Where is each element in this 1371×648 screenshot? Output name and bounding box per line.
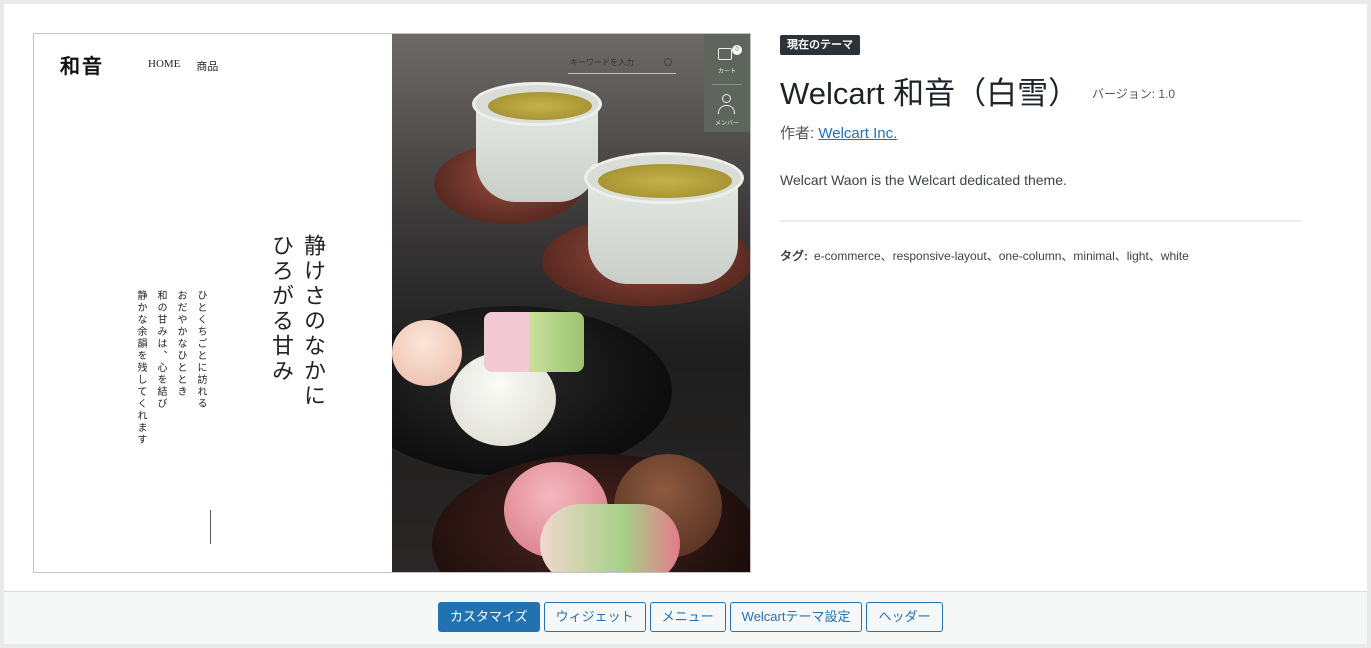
hero-headline: 静けさのなかに ひろがる甘み xyxy=(268,234,325,409)
theme-description: Welcart Waon is the Welcart dedicated th… xyxy=(780,172,1067,188)
hero-body-copy: ひとくちごとに訪れる おだやかなひととき 和の甘みは、心を結び 静かな余韻を残し… xyxy=(135,290,206,446)
cart-member-strip: 0 カート メンバー xyxy=(704,34,750,132)
member-icon-body xyxy=(718,105,735,114)
welcart-theme-settings-button[interactable]: Welcartテーマ設定 xyxy=(729,602,863,632)
member-icon xyxy=(722,94,731,103)
author-link[interactable]: Welcart Inc. xyxy=(818,125,897,142)
nav-item-products: 商品 xyxy=(196,61,219,73)
tea-back xyxy=(488,92,592,120)
menus-button[interactable]: メニュー xyxy=(649,602,726,632)
theme-details-frame: 和音 HOME 商品 静けさのなかに ひろがる甘み ひとくちごとに訪れる おだや… xyxy=(0,0,1371,648)
search-icon xyxy=(664,58,672,66)
theme-name: Welcart 和音（白雪） xyxy=(780,76,1080,111)
site-search-input: キーワードを入力 xyxy=(568,54,676,74)
theme-actions-bar: カスタマイズ ウィジェット メニュー Welcartテーマ設定 ヘッダー xyxy=(4,591,1367,644)
member-label: メンバー xyxy=(714,121,739,127)
wagashi-roll xyxy=(540,504,680,572)
wagashi-layered xyxy=(484,312,584,372)
theme-details-panel: 和音 HOME 商品 静けさのなかに ひろがる甘み ひとくちごとに訪れる おだや… xyxy=(4,4,1367,644)
cart-icon xyxy=(718,48,732,60)
theme-actions: カスタマイズ ウィジェット メニュー Welcartテーマ設定 ヘッダー xyxy=(438,602,943,632)
site-logo: 和音 xyxy=(60,54,104,78)
theme-version: バージョン: 1.0 xyxy=(1092,87,1176,101)
screenshot-left-pane: 和音 HOME 商品 静けさのなかに ひろがる甘み ひとくちごとに訪れる おだや… xyxy=(34,34,392,572)
widgets-button[interactable]: ウィジェット xyxy=(543,602,646,632)
current-theme-badge: 現在のテーマ xyxy=(780,35,860,55)
scroll-indicator xyxy=(210,510,211,544)
section-divider xyxy=(780,220,1301,222)
author-label: 作者: xyxy=(780,125,819,142)
customize-button[interactable]: カスタマイズ xyxy=(438,602,540,632)
cart-label: カート xyxy=(717,69,736,75)
theme-screenshot: 和音 HOME 商品 静けさのなかに ひろがる甘み ひとくちごとに訪れる おだや… xyxy=(33,33,751,573)
wagashi-pink xyxy=(392,320,462,386)
strip-divider xyxy=(712,84,742,85)
nav-item-home: HOME xyxy=(148,58,181,70)
theme-author: 作者: Welcart Inc. xyxy=(780,122,897,143)
tea-front xyxy=(598,164,732,198)
header-button[interactable]: ヘッダー xyxy=(866,602,943,632)
cart-count-badge: 0 xyxy=(732,45,742,55)
tags-list: e-commerce、responsive-layout、one-column、… xyxy=(814,249,1189,263)
tags-label: タグ: xyxy=(780,249,808,263)
screenshot-photo: キーワードを入力 0 カート メンバー xyxy=(392,34,750,572)
site-nav: HOME 商品 xyxy=(148,58,218,74)
theme-tags: タグ: e-commerce、responsive-layout、one-colu… xyxy=(780,247,1189,264)
